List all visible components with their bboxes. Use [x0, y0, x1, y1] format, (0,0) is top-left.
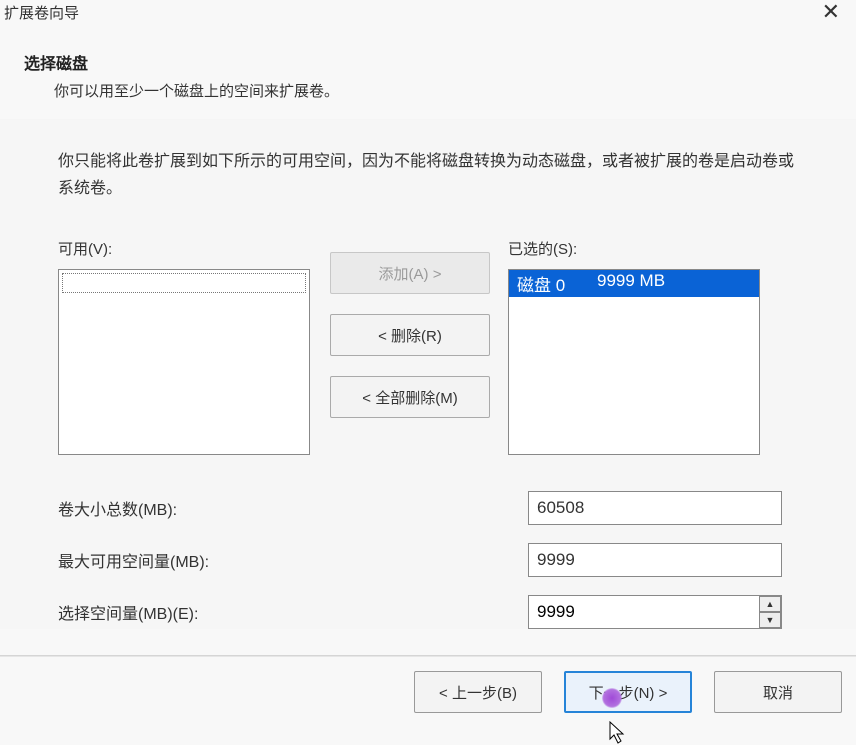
select-space-input[interactable]	[528, 595, 782, 629]
available-listbox[interactable]	[58, 269, 310, 455]
spinner-down-icon[interactable]: ▼	[759, 612, 781, 628]
max-space-field	[528, 543, 782, 577]
footer-separator	[0, 655, 856, 657]
window-title: 扩展卷向导	[4, 2, 79, 23]
max-space-label: 最大可用空间量(MB):	[58, 548, 528, 572]
available-label: 可用(V):	[58, 238, 310, 259]
list-item[interactable]: 磁盘 09999 MB	[509, 270, 759, 297]
remove-button[interactable]: < 删除(R)	[330, 314, 490, 356]
remove-all-button[interactable]: < 全部删除(M)	[330, 376, 490, 418]
close-icon[interactable]: ✕	[816, 2, 846, 22]
cancel-button[interactable]: 取消	[714, 671, 842, 713]
page-title: 选择磁盘	[24, 50, 856, 74]
add-button[interactable]: 添加(A) >	[330, 252, 490, 294]
selected-listbox[interactable]: 磁盘 09999 MB	[508, 269, 760, 455]
spinner-up-icon[interactable]: ▲	[759, 596, 781, 612]
selected-label: 已选的(S):	[508, 238, 760, 259]
total-size-field	[528, 491, 782, 525]
next-button[interactable]: 下一步(N) >	[564, 671, 692, 713]
info-text: 你只能将此卷扩展到如下所示的可用空间，因为不能将磁盘转换为动态磁盘，或者被扩展的…	[58, 148, 798, 202]
select-space-label: 选择空间量(MB)(E):	[58, 600, 528, 624]
page-subtitle: 你可以用至少一个磁盘上的空间来扩展卷。	[54, 80, 856, 101]
back-button[interactable]: < 上一步(B)	[414, 671, 542, 713]
total-size-label: 卷大小总数(MB):	[58, 496, 528, 520]
